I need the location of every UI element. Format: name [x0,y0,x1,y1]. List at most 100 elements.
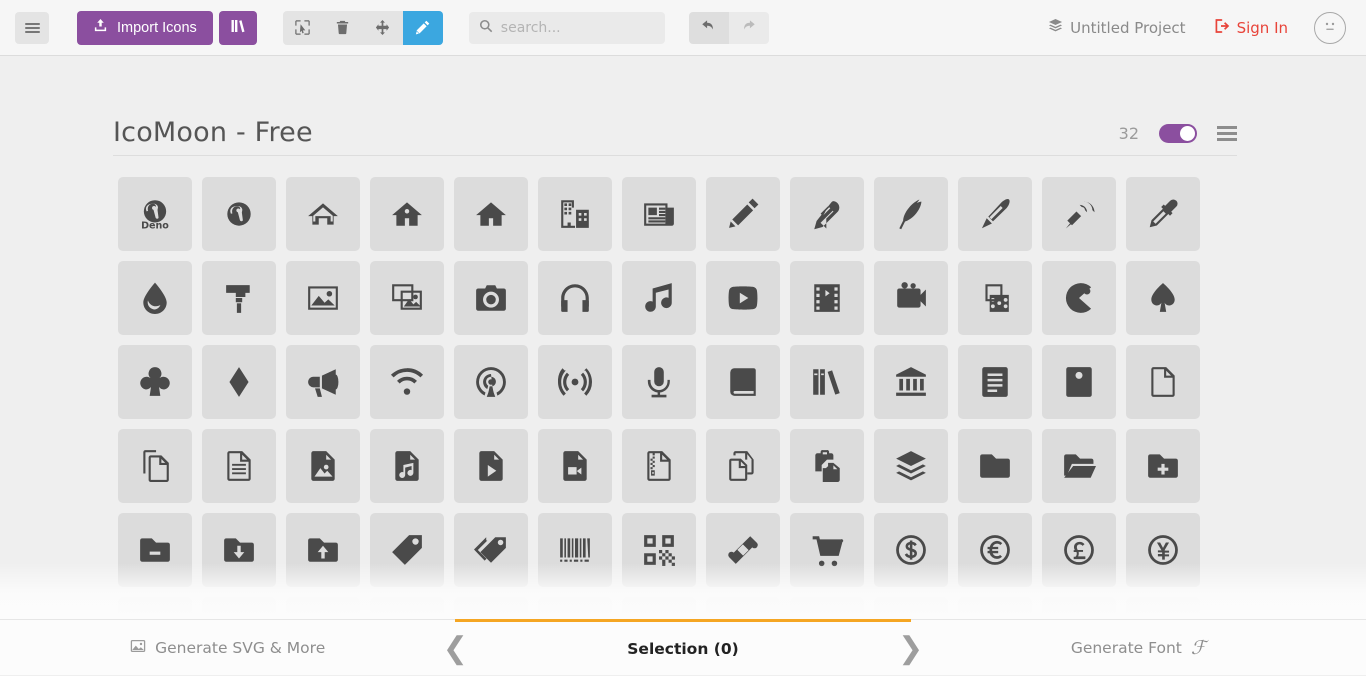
icon-office[interactable] [538,177,612,251]
icon-coin-euro[interactable] [958,513,1032,587]
icon-pen[interactable] [958,177,1032,251]
generate-svg-label: Generate SVG & More [155,639,325,657]
icon-newspaper[interactable] [622,177,696,251]
icon-paint-format[interactable] [202,261,276,335]
generate-svg-tab[interactable]: Generate SVG & More [0,620,455,675]
icon-diamonds[interactable] [202,345,276,419]
icon-cell [953,172,1037,256]
icon-price-tag[interactable] [370,513,444,587]
set-menu-icon[interactable] [1217,123,1237,144]
toolbar-right: Untitled Project Sign In [1048,12,1366,44]
icon-file-text[interactable] [958,345,1032,419]
icon-stack[interactable] [874,429,948,503]
icon-connection[interactable] [370,345,444,419]
icon-copy[interactable] [706,429,780,503]
redo-button[interactable] [729,12,769,44]
icon-play[interactable] [706,261,780,335]
icon-qrcode[interactable] [622,513,696,587]
icon-film[interactable] [790,261,864,335]
icon-coin-dollar[interactable] [874,513,948,587]
icon-books[interactable] [790,345,864,419]
icon-file-zip[interactable] [622,429,696,503]
icon-cell [617,172,701,256]
icon-cell [869,256,953,340]
icon-deno[interactable] [202,177,276,251]
icon-eyedropper[interactable] [1126,177,1200,251]
icon-clubs[interactable] [118,345,192,419]
icon-paste[interactable] [790,429,864,503]
icon-folder-plus[interactable] [1126,429,1200,503]
icon-barcode[interactable] [538,513,612,587]
icon-bullhorn[interactable] [286,345,360,419]
icon-file-picture[interactable] [286,429,360,503]
icon-folder[interactable] [958,429,1032,503]
delete-tool-button[interactable] [323,11,363,45]
icon-deno-labeled[interactable]: Deno [118,177,192,251]
icon-images[interactable] [370,261,444,335]
icon-podcast[interactable] [454,345,528,419]
generate-font-tab[interactable]: Generate Font ℱ [911,620,1366,675]
set-visibility-toggle[interactable] [1159,124,1197,143]
search-box[interactable] [469,12,665,44]
selection-tab[interactable]: ❮ Selection (0) ❯ [455,619,910,675]
select-tool-button[interactable] [283,11,323,45]
icon-cell [365,508,449,592]
move-tool-button[interactable] [363,11,403,45]
icon-ticket[interactable] [706,513,780,587]
undo-button[interactable] [689,12,729,44]
icon-home3[interactable] [454,177,528,251]
icon-cell [701,424,785,508]
icon-file-play[interactable] [454,429,528,503]
icon-camera[interactable] [454,261,528,335]
icon-cell [113,340,197,424]
icon-image[interactable] [286,261,360,335]
import-icons-button[interactable]: Import Icons [77,11,213,45]
icon-video-camera[interactable] [874,261,948,335]
icon-music[interactable] [622,261,696,335]
account-button[interactable] [1314,12,1346,44]
icon-cart[interactable] [790,513,864,587]
icon-coin-pound[interactable] [1042,513,1116,587]
icon-cell [701,508,785,592]
icon-file-empty[interactable] [1126,345,1200,419]
library-icon [230,18,246,37]
icon-cell [869,340,953,424]
icon-headphones[interactable] [538,261,612,335]
icon-profile[interactable] [1042,345,1116,419]
icon-file-video[interactable] [538,429,612,503]
icon-droplet[interactable] [118,261,192,335]
main-menu-button[interactable] [15,12,49,44]
icon-files-empty[interactable] [118,429,192,503]
icon-blog[interactable] [1042,177,1116,251]
icon-folder-upload[interactable] [286,513,360,587]
icon-cell [617,256,701,340]
icon-cell [281,172,365,256]
icon-library[interactable] [874,345,948,419]
icon-home2[interactable] [370,177,444,251]
icon-book[interactable] [706,345,780,419]
icon-file-music[interactable] [370,429,444,503]
icon-quill[interactable] [874,177,948,251]
icon-dice[interactable] [958,261,1032,335]
sign-in-label: Sign In [1237,19,1288,37]
sign-in-button[interactable]: Sign In [1214,18,1288,38]
icon-file-text2[interactable] [202,429,276,503]
icon-price-tags[interactable] [454,513,528,587]
icon-folder-download[interactable] [202,513,276,587]
icon-pencil2[interactable] [790,177,864,251]
icon-pacman[interactable] [1042,261,1116,335]
icon-spades[interactable] [1126,261,1200,335]
icon-library-button[interactable] [219,11,257,45]
icon-folder-minus[interactable] [118,513,192,587]
edit-tool-button[interactable] [403,11,443,45]
icon-folder-open[interactable] [1042,429,1116,503]
icon-home[interactable] [286,177,360,251]
project-button[interactable]: Untitled Project [1048,18,1185,37]
search-input[interactable] [501,20,655,36]
icon-coin-yen[interactable] [1126,513,1200,587]
login-icon [1214,18,1230,38]
icon-pencil[interactable] [706,177,780,251]
icon-mic[interactable] [622,345,696,419]
icon-cell [785,424,869,508]
icon-feed[interactable] [538,345,612,419]
